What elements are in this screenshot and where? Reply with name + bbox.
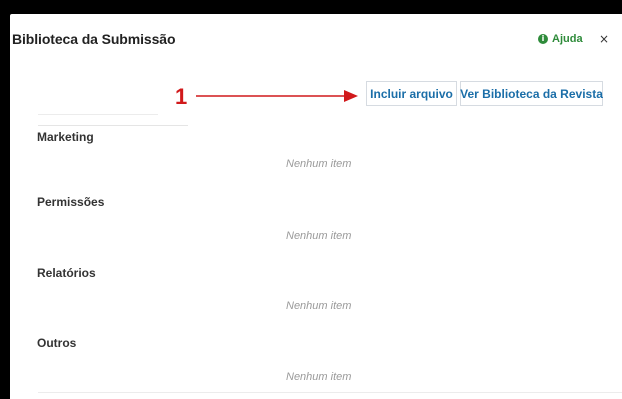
divider — [38, 114, 158, 115]
help-label: Ajuda — [552, 33, 583, 45]
section-title-permissions: Permissões — [37, 195, 105, 209]
empty-message: Nenhum item — [286, 230, 352, 242]
section-title-marketing: Marketing — [37, 130, 94, 144]
panel-bottom-divider — [38, 392, 622, 393]
annotation-number: 1 — [175, 84, 188, 109]
section-title-others: Outros — [37, 336, 77, 350]
modal-title: Biblioteca da Submissão — [12, 31, 176, 47]
annotation-arrow-icon — [196, 90, 358, 102]
empty-message: Nenhum item — [286, 158, 352, 170]
include-file-button[interactable]: Incluir arquivo — [366, 81, 457, 106]
empty-message: Nenhum item — [286, 300, 352, 312]
help-link[interactable]: i Ajuda — [538, 33, 583, 45]
info-icon: i — [538, 34, 548, 44]
section-title-reports: Relatórios — [37, 266, 96, 280]
empty-message: Nenhum item — [286, 371, 352, 383]
view-journal-library-button[interactable]: Ver Biblioteca da Revista — [460, 81, 603, 106]
modal-header: Biblioteca da Submissão i Ajuda × — [10, 14, 622, 58]
panel-header-divider — [38, 84, 188, 126]
close-icon[interactable]: × — [599, 32, 609, 46]
